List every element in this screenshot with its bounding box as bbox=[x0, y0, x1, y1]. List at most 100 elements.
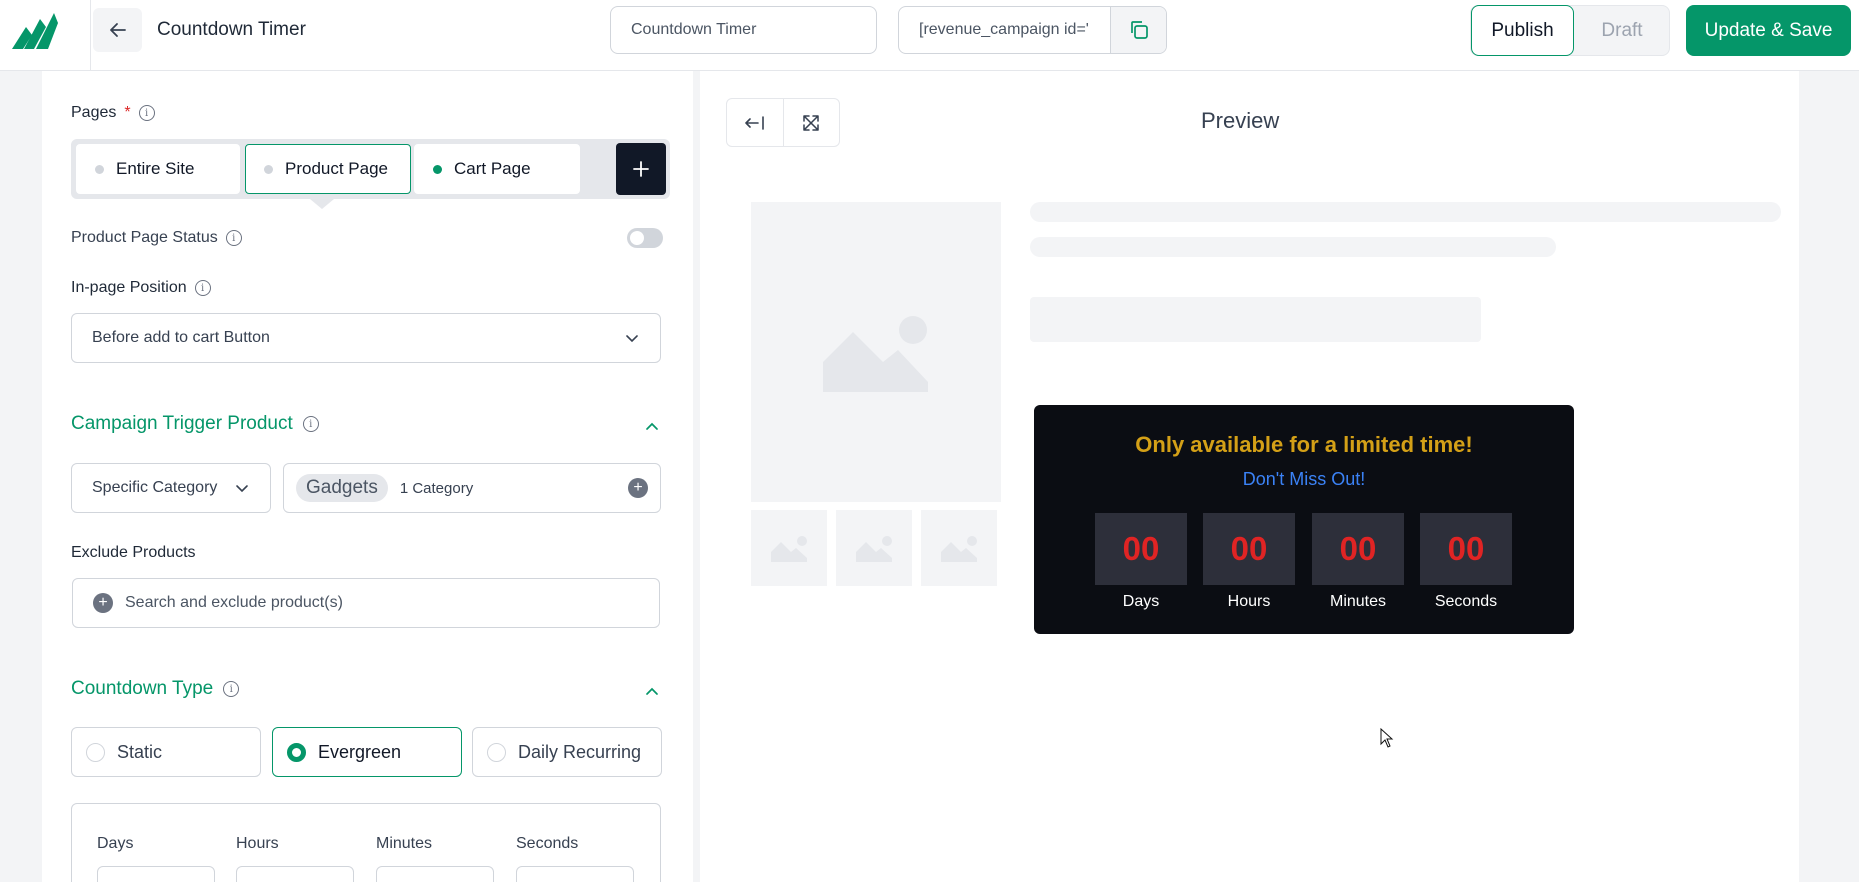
info-icon[interactable]: i bbox=[223, 681, 240, 697]
radio-button bbox=[487, 742, 506, 762]
position-select[interactable]: Before add to cart Button bbox=[71, 313, 661, 363]
publish-button[interactable]: Publish bbox=[1471, 5, 1574, 56]
expand-icon bbox=[803, 114, 820, 131]
tab-label: Entire Site bbox=[116, 159, 195, 178]
header-divider bbox=[90, 0, 91, 71]
thumbnail-placeholder bbox=[836, 510, 912, 586]
add-page-button[interactable] bbox=[616, 143, 666, 195]
timer-digits: 00 bbox=[1420, 513, 1512, 585]
radio-static[interactable]: Static bbox=[71, 727, 261, 777]
timer-heading: Only available for a limited time! bbox=[1135, 432, 1473, 457]
subtitle-placeholder-bar bbox=[1030, 237, 1556, 257]
trigger-type-value: Specific Category bbox=[92, 479, 218, 496]
timer-unit-minutes: 00 Minutes bbox=[1312, 513, 1404, 611]
update-save-button[interactable]: Update & Save bbox=[1686, 5, 1851, 56]
status-dot-icon bbox=[95, 164, 104, 174]
timer-digits: 00 bbox=[1095, 513, 1187, 585]
page-title: Countdown Timer bbox=[157, 19, 306, 40]
timer-unit-days: 00 Days bbox=[1095, 513, 1187, 611]
product-image-placeholder bbox=[751, 202, 1001, 502]
chevron-down-icon bbox=[626, 335, 638, 343]
countdown-type-title[interactable]: Countdown Type i bbox=[71, 678, 240, 700]
title-placeholder-bar bbox=[1030, 202, 1781, 222]
timer-unit-label: Days bbox=[1122, 593, 1160, 610]
minutes-label: Minutes bbox=[376, 835, 433, 852]
tab-label: Product Page bbox=[285, 159, 389, 178]
timer-digits: 00 bbox=[1312, 513, 1404, 585]
preview-toolbar bbox=[726, 98, 840, 147]
radio-button bbox=[86, 742, 105, 762]
status-dot-icon bbox=[433, 164, 442, 174]
status-dot-icon bbox=[264, 164, 273, 174]
tab-entire-site[interactable]: Entire Site bbox=[76, 144, 240, 194]
arrow-left-icon bbox=[109, 23, 126, 37]
price-placeholder-bar bbox=[1030, 297, 1481, 342]
preview-panel: Preview Only available for a limited tim… bbox=[700, 71, 1799, 882]
category-picker[interactable]: Gadgets 1 Category + bbox=[283, 463, 661, 513]
copy-shortcode-button[interactable] bbox=[1110, 7, 1166, 53]
radio-label: Evergreen bbox=[318, 741, 402, 762]
timer-unit-seconds: 00 Seconds bbox=[1420, 513, 1512, 611]
seconds-input[interactable] bbox=[516, 866, 634, 882]
position-value: Before add to cart Button bbox=[92, 329, 270, 346]
image-icon bbox=[823, 316, 928, 392]
chevron-up-icon[interactable] bbox=[644, 683, 660, 699]
thumbnail-placeholder bbox=[751, 510, 827, 586]
timer-unit-label: Seconds bbox=[1434, 593, 1498, 610]
tab-label: Cart Page bbox=[454, 159, 531, 178]
tab-cart-page[interactable]: Cart Page bbox=[414, 144, 580, 194]
info-icon[interactable]: i bbox=[138, 105, 155, 121]
preview-title: Preview bbox=[1201, 108, 1280, 133]
exclude-label-text: Exclude Products bbox=[71, 544, 196, 561]
category-count: 1 Category bbox=[399, 479, 474, 497]
days-input[interactable] bbox=[97, 866, 215, 882]
exclude-placeholder: Search and exclude product(s) bbox=[125, 594, 343, 611]
radio-evergreen[interactable]: Evergreen bbox=[272, 727, 462, 777]
minutes-input[interactable] bbox=[376, 866, 494, 882]
tab-product-page[interactable]: Product Page bbox=[245, 144, 411, 194]
radio-daily-recurring[interactable]: Daily Recurring bbox=[472, 727, 662, 777]
pages-tabs: Entire Site Product Page Cart Page bbox=[71, 139, 670, 199]
duration-box: Days Hours Minutes Seconds bbox=[71, 803, 661, 882]
countdown-timer-widget: Only available for a limited time! Don't… bbox=[1034, 405, 1574, 634]
exclude-search-input[interactable]: + Search and exclude product(s) bbox=[72, 578, 660, 628]
fullscreen-button[interactable] bbox=[782, 99, 839, 146]
campaign-name-input[interactable] bbox=[610, 6, 877, 54]
image-icon bbox=[856, 536, 892, 562]
radio-button bbox=[287, 742, 306, 762]
collapse-left-icon bbox=[745, 115, 764, 130]
chevron-down-icon bbox=[236, 485, 248, 493]
plus-icon bbox=[633, 161, 649, 177]
collapse-panel-button[interactable] bbox=[727, 99, 783, 146]
trigger-type-select[interactable]: Specific Category bbox=[71, 463, 271, 513]
brand-logo-icon bbox=[12, 13, 58, 49]
page-status-toggle[interactable] bbox=[627, 228, 663, 248]
mouse-cursor-icon bbox=[1380, 728, 1394, 748]
chevron-up-icon[interactable] bbox=[644, 418, 660, 434]
info-icon[interactable]: i bbox=[194, 280, 211, 296]
required-mark: * bbox=[124, 104, 131, 121]
add-category-icon[interactable]: + bbox=[628, 478, 648, 498]
shortcode-text[interactable]: [revenue_campaign id=' bbox=[899, 7, 1110, 53]
category-chip[interactable]: Gadgets bbox=[296, 474, 388, 502]
hours-input[interactable] bbox=[236, 866, 354, 882]
timer-unit-label: Hours bbox=[1227, 593, 1271, 610]
info-icon[interactable]: i bbox=[302, 416, 319, 432]
info-icon[interactable]: i bbox=[225, 230, 242, 246]
thumbnail-placeholder bbox=[921, 510, 997, 586]
settings-panel[interactable]: Pages * i Entire Site Product Page Cart P… bbox=[42, 71, 693, 882]
status-label-text: Product Page Status bbox=[71, 229, 218, 246]
add-circle-icon: + bbox=[93, 593, 113, 613]
timer-unit-label: Minutes bbox=[1329, 593, 1387, 610]
countdown-type-text: Countdown Type bbox=[71, 678, 214, 699]
trigger-section-title[interactable]: Campaign Trigger Product i bbox=[71, 413, 319, 435]
position-label: In-page Position i bbox=[71, 279, 211, 297]
image-icon bbox=[771, 536, 807, 562]
back-button[interactable] bbox=[93, 8, 142, 52]
pages-label-text: Pages bbox=[71, 104, 117, 121]
draft-button[interactable]: Draft bbox=[1574, 5, 1670, 56]
seconds-label: Seconds bbox=[516, 835, 579, 852]
tab-pointer bbox=[310, 199, 334, 209]
copy-icon bbox=[1130, 21, 1148, 39]
status-label: Product Page Status i bbox=[71, 229, 242, 247]
